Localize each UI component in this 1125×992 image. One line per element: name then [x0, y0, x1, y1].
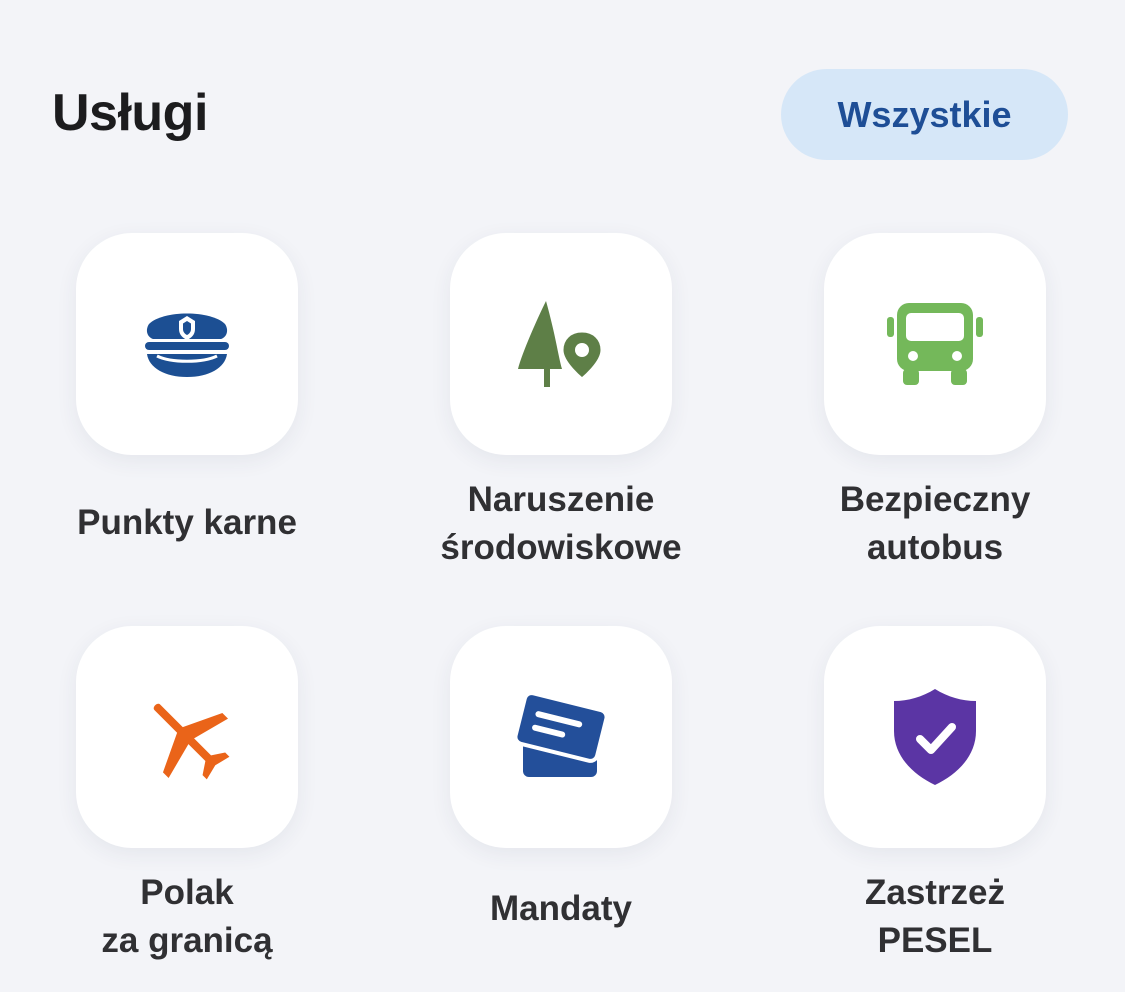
tile-card[interactable] [76, 233, 298, 455]
service-tile-fines[interactable]: Mandaty [374, 626, 748, 928]
service-tile-penalty-points[interactable]: Punkty karne [0, 233, 374, 542]
bus-icon [887, 303, 983, 385]
tile-label: Naruszenie środowiskowe [440, 480, 682, 567]
tile-card[interactable] [450, 626, 672, 848]
tile-label: Bezpieczny autobus [839, 480, 1031, 567]
police-cap-icon [145, 313, 229, 377]
tile-label: Polak za granicą [101, 873, 273, 960]
service-tile-reserve-pesel[interactable]: Zastrzeż PESEL [748, 626, 1122, 960]
services-screen: Usługi Wszystkie Punkty karne Naruszenie… [0, 0, 1125, 992]
service-tile-safe-bus[interactable]: Bezpieczny autobus [748, 233, 1122, 567]
tickets-icon [513, 691, 609, 777]
service-tile-environmental-violation[interactable]: Naruszenie środowiskowe [374, 233, 748, 567]
tile-label: Punkty karne [77, 503, 297, 542]
tile-card[interactable] [450, 233, 672, 455]
tile-label: Zastrzeż PESEL [864, 873, 1006, 960]
tile-card[interactable] [824, 626, 1046, 848]
show-all-button[interactable]: Wszystkie [781, 69, 1068, 160]
tile-label: Mandaty [490, 889, 632, 928]
tile-card[interactable] [824, 233, 1046, 455]
service-tile-abroad[interactable]: Polak za granicą [0, 626, 374, 960]
airplane-icon [153, 703, 230, 780]
section-title: Usługi [52, 84, 208, 142]
shield-check-icon [894, 689, 976, 785]
tree-location-icon [518, 301, 604, 387]
tile-card[interactable] [76, 626, 298, 848]
